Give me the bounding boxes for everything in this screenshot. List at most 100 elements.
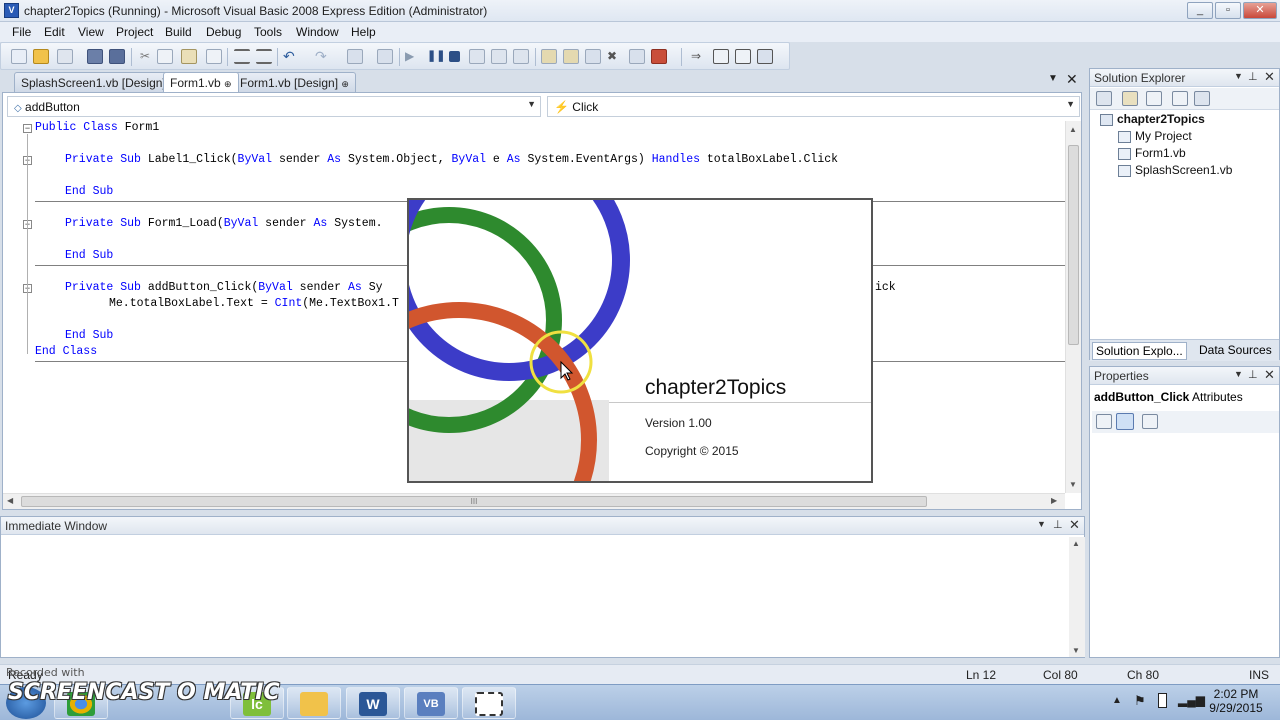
maximize-button[interactable]: ▫ (1215, 2, 1241, 19)
tree-item-splashscreen1[interactable]: SplashScreen1.vb (1118, 163, 1232, 177)
window-layout-icon[interactable] (713, 49, 729, 64)
properties-icon[interactable] (1096, 91, 1112, 106)
clock-date: 9/29/2015 (1209, 701, 1263, 715)
continue-icon[interactable]: ▶ (405, 49, 421, 64)
collapse-icon[interactable]: − (23, 124, 32, 133)
event-combo[interactable]: ⚡ Click ▼ (547, 96, 1080, 117)
error-list-icon[interactable] (651, 49, 667, 64)
properties-icon[interactable] (563, 49, 579, 64)
cut-icon[interactable]: ✂ (137, 49, 153, 64)
add-item-icon[interactable] (57, 49, 73, 64)
alphabetical-icon[interactable] (1116, 413, 1134, 430)
tree-root-project[interactable]: chapter2Topics (1100, 112, 1205, 126)
clock[interactable]: 2:02 PM 9/29/2015 (1206, 687, 1266, 715)
tab-dropdown-icon[interactable]: ▼ (1048, 73, 1058, 84)
close-window-button[interactable]: ✕ (1243, 2, 1277, 19)
object-browser-icon[interactable] (585, 49, 601, 64)
object-combo[interactable]: ◇ addButton ▼ (7, 96, 541, 117)
step-out-icon[interactable] (513, 49, 529, 64)
paste-icon[interactable] (181, 49, 197, 64)
navigate-forward-icon[interactable] (377, 49, 393, 64)
navigate-icon[interactable] (347, 49, 363, 64)
refresh-icon[interactable] (1146, 91, 1162, 106)
find-icon[interactable] (206, 49, 222, 64)
form-file-icon (1118, 164, 1131, 177)
window-title: chapter2Topics (Running) - Microsoft Vis… (24, 4, 488, 18)
solution-explorer-icon[interactable] (541, 49, 557, 64)
minimize-button[interactable]: _ (1187, 2, 1213, 19)
view-designer-icon[interactable] (1194, 91, 1210, 106)
break-all-icon[interactable]: ❚❚ (427, 49, 445, 64)
vertical-scrollbar[interactable]: ▲ ▼ (1065, 121, 1081, 493)
database-explorer-icon[interactable] (629, 49, 645, 64)
tree-item-form1[interactable]: Form1.vb (1118, 146, 1186, 160)
solution-explorer-panel[interactable]: Solution Explorer ▼ ⊥ ✕ chapter2Topics M… (1089, 68, 1280, 361)
save-icon[interactable] (87, 49, 103, 64)
menu-debug[interactable]: Debug (206, 25, 241, 39)
menu-edit[interactable]: Edit (44, 25, 65, 39)
tray-expand-icon[interactable]: ▲ (1112, 695, 1122, 706)
scroll-thumb[interactable] (1068, 145, 1079, 345)
redo-icon[interactable]: ↷ (315, 49, 331, 64)
stop-debugging-icon[interactable] (449, 51, 460, 62)
close-icon[interactable]: ✕ (1069, 517, 1080, 533)
taskbar-file-explorer[interactable] (287, 687, 341, 719)
tab-form1-code[interactable]: Form1.vb ⊕ (163, 72, 239, 92)
pin-icon[interactable]: ⊥ (1248, 70, 1258, 83)
tree-item-my-project[interactable]: My Project (1118, 129, 1192, 143)
scroll-thumb[interactable]: III (21, 496, 927, 507)
show-all-files-icon[interactable] (1122, 91, 1138, 106)
vertical-scrollbar[interactable]: ▲ ▼ (1069, 537, 1085, 657)
close-icon[interactable]: ✕ (1264, 69, 1275, 85)
step-into-icon[interactable] (469, 49, 485, 64)
immediate-window[interactable]: Immediate Window ▼ ⊥ ✕ ▲ ▼ (0, 516, 1085, 658)
horizontal-scrollbar[interactable]: ◀ III ▶ (3, 493, 1065, 509)
vb-app-icon[interactable]: V (4, 3, 19, 18)
tab-splashscreen-design[interactable]: SplashScreen1.vb [Design] (14, 72, 173, 92)
immediate-window-title: Immediate Window (5, 519, 108, 533)
new-project-icon[interactable] (11, 49, 27, 64)
dropdown-icon[interactable]: ▼ (1037, 519, 1046, 529)
menu-file[interactable]: File (12, 25, 31, 39)
comment-icon[interactable] (234, 49, 250, 64)
code-line: Private Sub Label1_Click(ByVal sender As… (65, 153, 839, 166)
tab-form1-design[interactable]: Form1.vb [Design] ⊕ (233, 72, 356, 92)
battery-icon[interactable] (1158, 693, 1167, 708)
tab-solution-explorer[interactable]: Solution Explo... (1092, 342, 1187, 360)
window-layout2-icon[interactable] (735, 49, 751, 64)
menu-bar: File Edit View Project Build Debug Tools… (0, 22, 1280, 42)
flag-icon[interactable]: ⚑ (1134, 693, 1146, 709)
properties-panel[interactable]: Properties ▼ ⊥ ✕ addButton_Click Attribu… (1089, 366, 1280, 658)
copy-icon[interactable] (157, 49, 173, 64)
taskbar-visual-basic[interactable]: VB (404, 687, 458, 719)
taskbar-screen-capture[interactable] (462, 687, 516, 719)
menu-build[interactable]: Build (165, 25, 192, 39)
step-over-icon[interactable] (491, 49, 507, 64)
close-document-icon[interactable]: ✕ (1066, 71, 1078, 88)
uncomment-icon[interactable] (256, 49, 272, 64)
window-layout3-icon[interactable] (757, 49, 773, 64)
taskbar-word[interactable]: W (346, 687, 400, 719)
property-pages-icon[interactable] (1142, 414, 1158, 429)
pointer-icon[interactable]: ⇒ (691, 49, 707, 64)
tab-data-sources[interactable]: Data Sources (1196, 342, 1275, 360)
dropdown-icon[interactable]: ▼ (1234, 369, 1243, 379)
menu-project[interactable]: Project (116, 25, 153, 39)
signal-icon[interactable]: ▂▄▆ (1178, 693, 1205, 707)
save-all-icon[interactable] (109, 49, 125, 64)
splash-screen-window[interactable]: chapter2Topics Version 1.00 Copyright © … (407, 198, 873, 483)
menu-window[interactable]: Window (296, 25, 339, 39)
toolbox-icon[interactable]: ✖ (607, 49, 623, 64)
menu-view[interactable]: View (78, 25, 104, 39)
undo-icon[interactable]: ↶ (283, 49, 299, 64)
menu-tools[interactable]: Tools (254, 25, 282, 39)
properties-object-selector[interactable]: addButton_Click Attributes (1094, 390, 1243, 404)
pin-icon[interactable]: ⊥ (1053, 518, 1063, 531)
dropdown-icon[interactable]: ▼ (1234, 71, 1243, 81)
view-code-icon[interactable] (1172, 91, 1188, 106)
close-icon[interactable]: ✕ (1264, 367, 1275, 383)
open-folder-icon[interactable] (33, 49, 49, 64)
menu-help[interactable]: Help (351, 25, 376, 39)
pin-icon[interactable]: ⊥ (1248, 368, 1258, 381)
categorized-icon[interactable] (1096, 414, 1112, 429)
